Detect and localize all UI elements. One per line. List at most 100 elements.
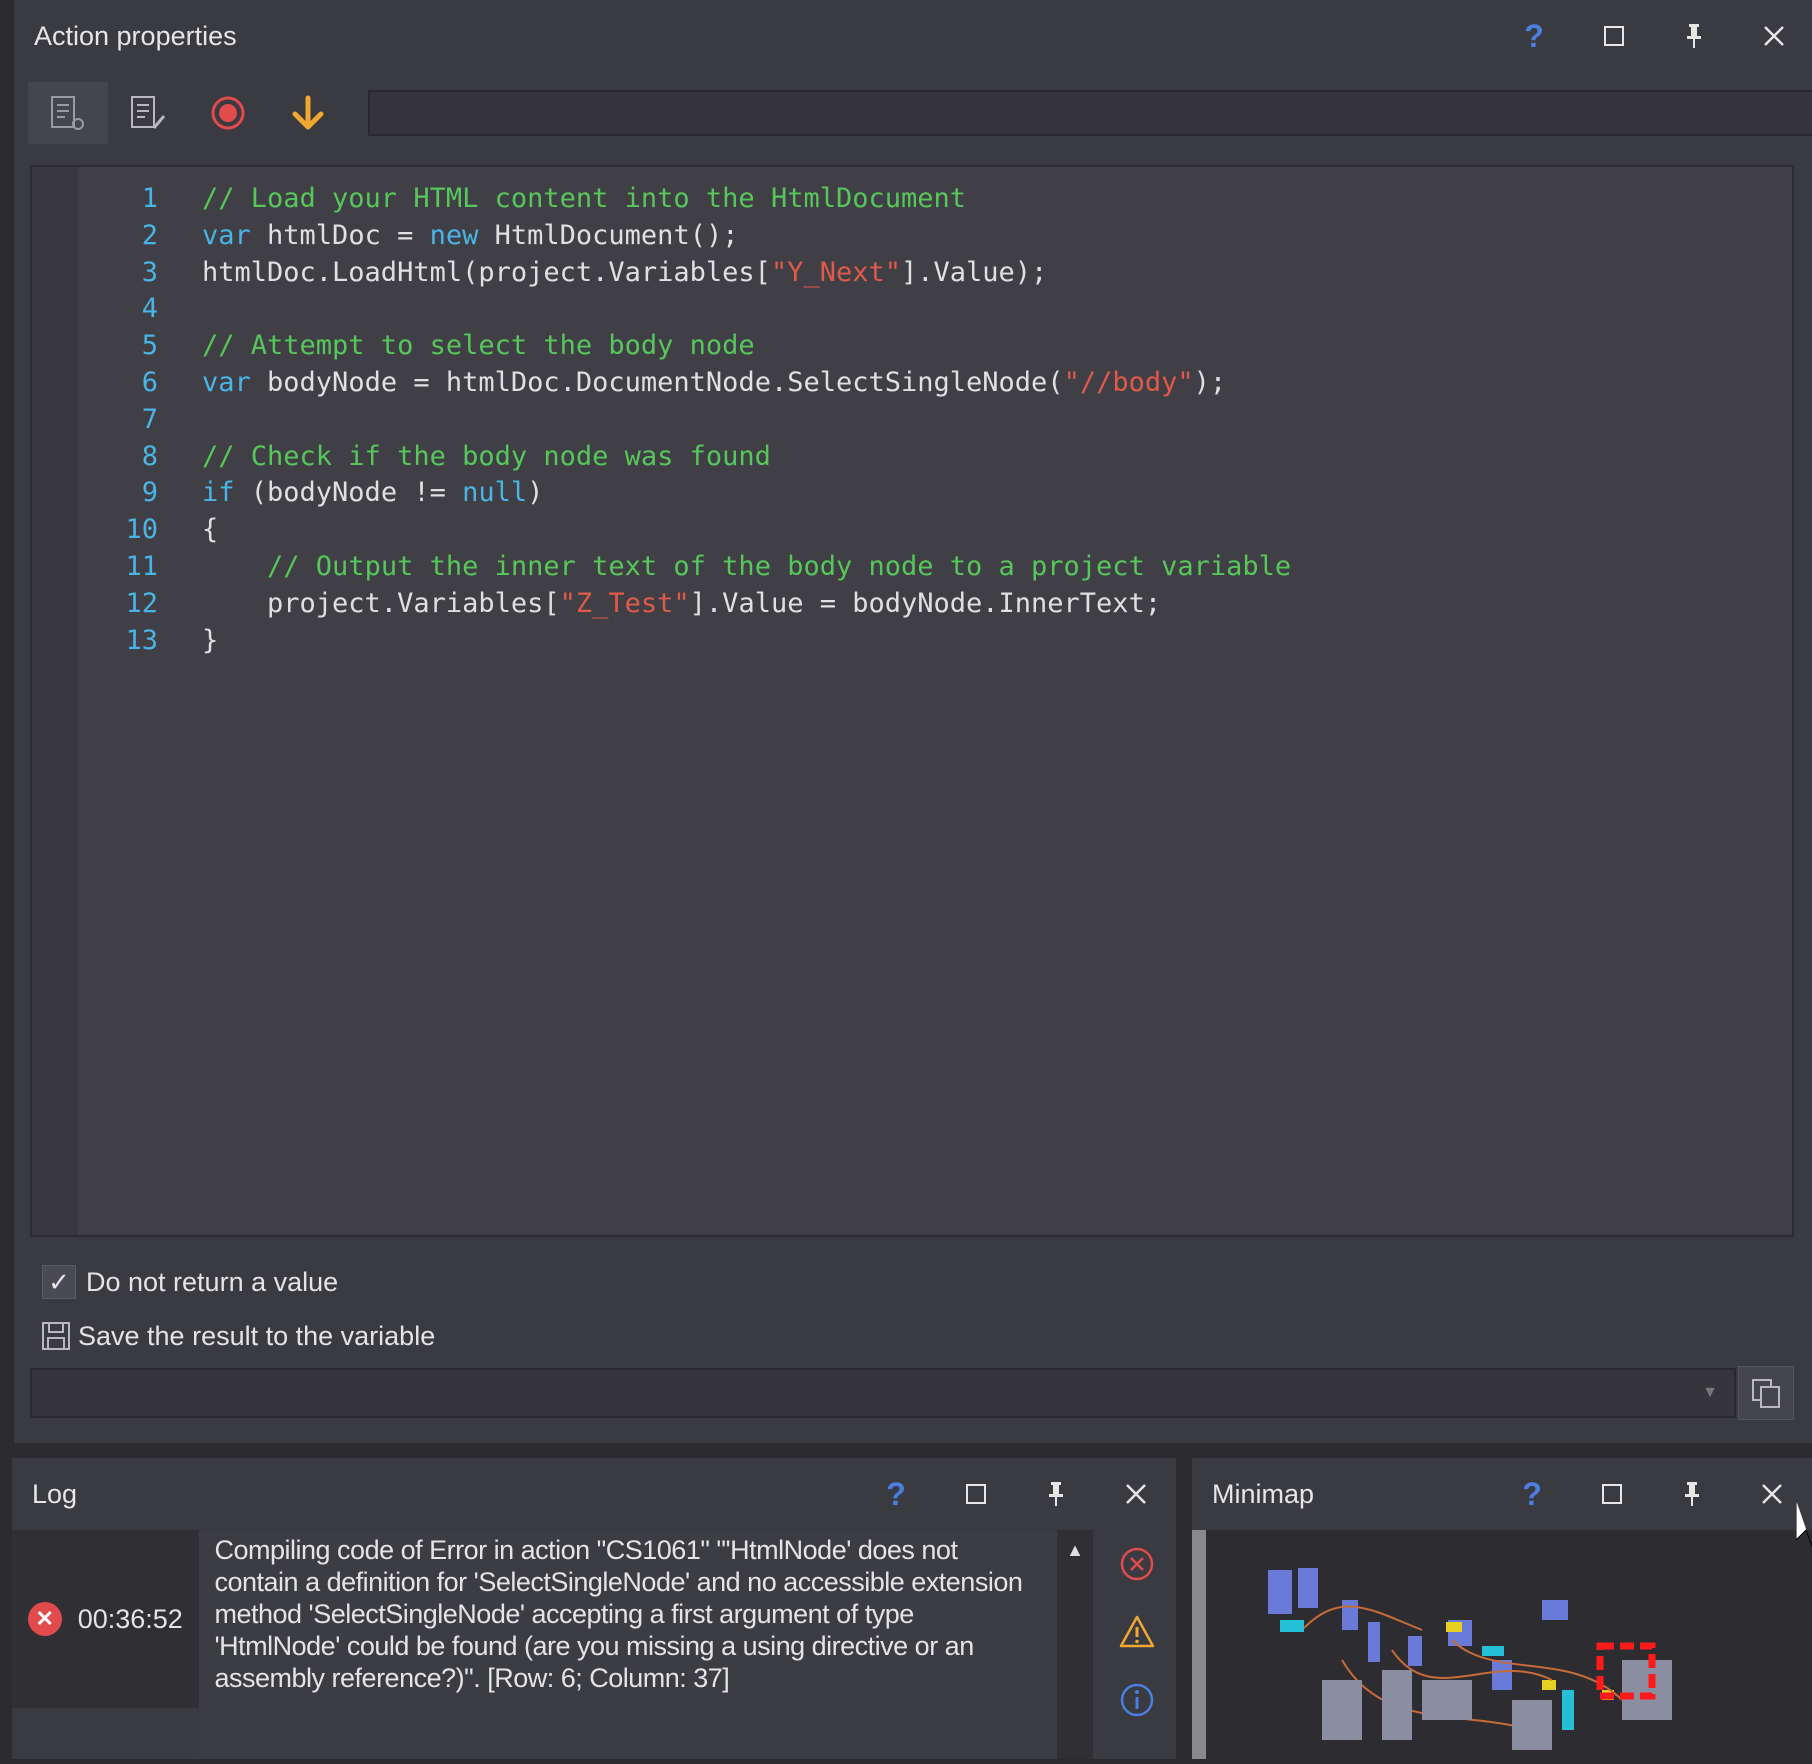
scroll-up-icon[interactable]: ▲ (1057, 1540, 1093, 1561)
code-token-plain: { (202, 514, 219, 546)
code-line[interactable]: 1 // Load your HTML content into the Html… (78, 179, 966, 219)
code-token-string: "Z_Test" (559, 587, 690, 619)
line-number: 7 (141, 403, 158, 435)
minimap-canvas[interactable] (1192, 1530, 1812, 1759)
minimap-scrollbar[interactable] (1192, 1530, 1206, 1759)
code-line[interactable]: 9 if (bodyNode != null) (78, 473, 544, 513)
dropdown-arrow-icon: ▼ (1702, 1384, 1718, 1401)
code-token-keyword: if (202, 477, 235, 509)
save-result-label: Save the result to the variable (78, 1320, 436, 1351)
action-toolbar (28, 82, 1812, 144)
error-icon: ✕ (27, 1602, 62, 1636)
code-line[interactable]: 2 var htmlDoc = new HtmlDocument(); (78, 216, 739, 256)
line-number: 1 (141, 183, 158, 214)
copy-variable-button[interactable] (1738, 1366, 1794, 1420)
minimap-title: Minimap (1212, 1478, 1315, 1509)
code-token-plain: HtmlDocument(); (478, 219, 739, 251)
log-scrollbar[interactable]: ▲ (1057, 1530, 1093, 1759)
step-down-button[interactable] (268, 82, 348, 144)
do-not-return-label: Do not return a value (86, 1266, 339, 1297)
do-not-return-checkbox[interactable]: ✓ (42, 1265, 76, 1299)
action-properties-titlebar: Action properties ? (14, 0, 1812, 72)
line-number: 10 (125, 514, 158, 546)
help-icon[interactable]: ? (1492, 1458, 1572, 1530)
filter-info-button[interactable] (1102, 1666, 1172, 1734)
maximize-icon[interactable] (1572, 1458, 1652, 1530)
code-token-string: "//body" (1063, 367, 1194, 398)
save-result-row: Save the result to the variable (40, 1316, 435, 1356)
line-number: 13 (125, 624, 158, 656)
code-line[interactable]: 3 htmlDoc.LoadHtml(project.Variables["Y_N… (78, 253, 1048, 293)
document-edit-icon (131, 96, 166, 129)
code-token-keyword: var (202, 367, 251, 398)
code-token-keyword: new (429, 219, 479, 251)
code-token-comment: // Attempt to select the body node (202, 330, 755, 362)
line-number: 9 (141, 477, 158, 509)
action-properties-panel: Action properties ? 1 // Load your HTML … (12, 0, 1812, 1443)
minimap-titlebar: Minimap ? (1192, 1458, 1812, 1530)
pin-icon[interactable] (1016, 1458, 1096, 1530)
help-icon[interactable]: ? (856, 1458, 936, 1530)
maximize-icon[interactable] (1574, 0, 1654, 72)
log-entry[interactable]: ✕ 00:36:52 Compiling code of Error in ac… (12, 1530, 1057, 1758)
code-token-comment: // Output the inner text of the body nod… (267, 551, 1292, 582)
minimap-panel: Minimap ? (1192, 1458, 1812, 1759)
log-message: Compiling code of Error in action "CS106… (198, 1530, 1057, 1758)
document-gear-icon (51, 96, 84, 130)
result-variable-select[interactable]: ▼ (30, 1368, 1736, 1418)
copy-icon (1752, 1379, 1780, 1408)
code-token-comment: // Check if the body node was found (202, 440, 771, 472)
pin-icon[interactable] (1652, 1458, 1732, 1530)
code-token-plain: htmlDoc.LoadHtml(project.Variables[ (202, 256, 771, 288)
toolbar-input-field[interactable] (368, 90, 1812, 136)
filter-errors-button[interactable] (1102, 1530, 1172, 1598)
edit-code-button[interactable] (108, 82, 188, 144)
code-token-plain: ) (527, 477, 544, 509)
log-time: 00:36:52 (77, 1603, 183, 1634)
arrow-down-icon (292, 95, 324, 130)
code-line[interactable]: 8 // Check if the body node was found (78, 437, 771, 477)
record-icon (211, 96, 245, 130)
code-token-plain: bodyNode = htmlDoc.DocumentNode.SelectSi… (250, 367, 1064, 398)
code-line[interactable]: 10 { (78, 510, 218, 550)
code-line[interactable]: 11 // Output the inner text of the body … (78, 547, 1291, 587)
code-line[interactable]: 12 project.Variables["Z_Test"].Value = b… (78, 584, 1161, 624)
minimap-graph-image (1268, 1568, 1672, 1750)
info-filter-icon (1120, 1683, 1154, 1717)
code-line[interactable]: 13} (78, 621, 218, 661)
code-token-plain: htmlDoc = (250, 219, 430, 251)
editor-gutter (32, 167, 78, 1235)
pin-icon[interactable] (1654, 0, 1734, 72)
line-number: 6 (141, 367, 158, 398)
line-number: 12 (125, 587, 158, 619)
code-token-string: "Y_Next" (770, 256, 901, 288)
record-button[interactable] (188, 82, 268, 144)
code-line[interactable]: 7 (78, 400, 202, 440)
save-icon (42, 1322, 70, 1350)
line-number: 11 (125, 551, 158, 582)
code-line[interactable]: 6 var bodyNode = htmlDoc.DocumentNode.Sel… (78, 363, 1226, 403)
do-not-return-row[interactable]: ✓ Do not return a value (42, 1262, 338, 1302)
line-number: 4 (141, 293, 158, 325)
code-token-plain: (bodyNode != (234, 477, 463, 509)
close-icon[interactable] (1734, 0, 1812, 72)
log-title: Log (32, 1478, 78, 1509)
line-number: 8 (141, 440, 158, 472)
code-token-plain: project.Variables[ (202, 587, 560, 619)
log-time-cell: ✕ 00:36:52 (12, 1530, 199, 1708)
help-icon[interactable]: ? (1494, 0, 1574, 72)
code-line[interactable]: 5 // Attempt to select the body node (78, 326, 755, 366)
warning-filter-icon (1119, 1615, 1155, 1648)
filter-warnings-button[interactable] (1102, 1598, 1172, 1666)
line-number: 2 (141, 219, 158, 251)
code-line[interactable]: 4 (78, 289, 202, 329)
line-number: 5 (141, 330, 158, 362)
close-icon[interactable] (1096, 1458, 1176, 1530)
error-filter-icon (1120, 1547, 1154, 1581)
code-token-comment: // Load your HTML content into the HtmlD… (202, 183, 967, 214)
properties-settings-button[interactable] (28, 82, 108, 144)
line-number: 3 (141, 256, 158, 288)
code-editor[interactable]: 1 // Load your HTML content into the Html… (30, 165, 1794, 1237)
maximize-icon[interactable] (936, 1458, 1016, 1530)
